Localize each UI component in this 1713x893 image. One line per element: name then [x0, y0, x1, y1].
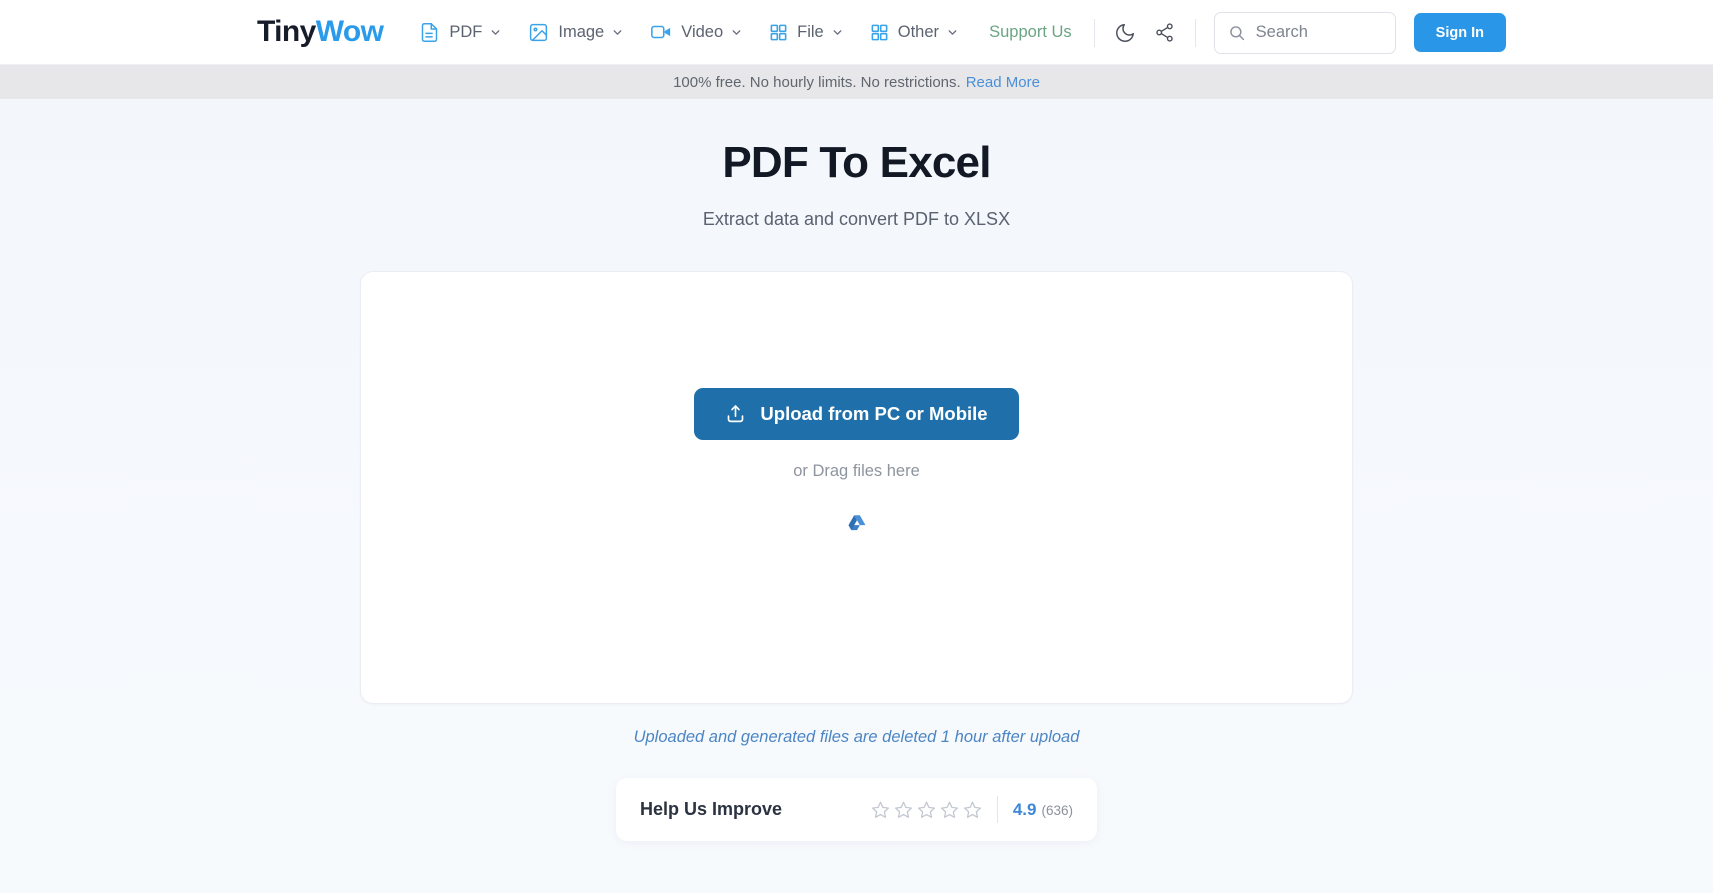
notice-text: 100% free. No hourly limits. No restrict…	[673, 73, 961, 91]
nav-item-file[interactable]: File	[769, 23, 844, 42]
chevron-down-icon	[831, 26, 844, 39]
star-rating[interactable]	[871, 800, 982, 819]
nav-label: Image	[558, 22, 605, 41]
share-icon[interactable]	[1152, 20, 1178, 46]
header-icon-group	[1095, 20, 1195, 46]
main-nav: PDF Image Video File Other	[419, 21, 959, 43]
star-icon-2[interactable]	[894, 800, 913, 819]
grid-icon	[769, 23, 788, 42]
nav-item-video[interactable]: Video	[650, 21, 743, 43]
support-us-link[interactable]: Support Us	[989, 23, 1072, 42]
rating-score: 4.9	[1012, 799, 1037, 819]
star-icon-4[interactable]	[940, 800, 959, 819]
logo-text-primary: Tiny	[257, 15, 316, 48]
chevron-down-icon	[946, 26, 959, 39]
nav-label: Video	[681, 22, 724, 41]
page-title: PDF To Excel	[722, 138, 991, 187]
header-divider-right	[1194, 18, 1196, 47]
upload-button-label: Upload from PC or Mobile	[760, 402, 988, 424]
upload-icon	[725, 403, 746, 424]
search-box[interactable]	[1213, 11, 1396, 54]
file-retention-note: Uploaded and generated files are deleted…	[633, 728, 1080, 746]
nav-label: Other	[897, 22, 940, 41]
rating-score-group: 4.9 (636)	[1013, 800, 1073, 820]
image-icon	[528, 22, 549, 43]
grid-icon	[870, 23, 889, 42]
nav-item-image[interactable]: Image	[528, 22, 624, 43]
main-content: PDF To Excel Extract data and convert PD…	[0, 99, 1713, 893]
video-icon	[650, 21, 672, 43]
rating-divider	[996, 796, 998, 823]
notice-bar: 100% free. No hourly limits. No restrict…	[0, 65, 1713, 99]
chevron-down-icon	[611, 26, 624, 39]
nav-label: File	[797, 22, 824, 41]
document-icon	[419, 22, 440, 43]
sign-in-button[interactable]: Sign In	[1413, 13, 1506, 52]
search-input[interactable]	[1255, 23, 1382, 42]
upload-button[interactable]: Upload from PC or Mobile	[694, 387, 1019, 440]
file-dropzone[interactable]: Upload from PC or Mobile or Drag files h…	[360, 271, 1353, 704]
page-subtitle: Extract data and convert PDF to XLSX	[702, 209, 1011, 229]
rating-card: Help Us Improve 4.9 (636)	[616, 778, 1097, 841]
star-icon-5[interactable]	[963, 800, 982, 819]
moon-icon[interactable]	[1112, 20, 1138, 46]
read-more-link[interactable]: Read More	[966, 74, 1040, 91]
drag-files-text: or Drag files here	[793, 461, 920, 480]
header-actions: Support Us Search Sign In	[989, 0, 1713, 65]
star-icon-1[interactable]	[871, 800, 890, 819]
logo-text-accent: Wow	[315, 15, 384, 48]
star-icon-3[interactable]	[917, 800, 936, 819]
chevron-down-icon	[489, 26, 502, 39]
logo[interactable]: TinyWow	[257, 15, 384, 49]
nav-item-pdf[interactable]: PDF	[419, 22, 502, 43]
rating-count: (636)	[1041, 802, 1073, 818]
nav-label: PDF	[449, 22, 483, 41]
chevron-down-icon	[730, 26, 743, 39]
rating-title: Help Us Improve	[640, 799, 783, 819]
search-icon	[1228, 24, 1246, 42]
google-drive-icon[interactable]	[842, 508, 872, 538]
site-header: TinyWow PDF Image Video File Other Suppo…	[0, 0, 1713, 65]
nav-item-other[interactable]: Other	[870, 23, 959, 42]
